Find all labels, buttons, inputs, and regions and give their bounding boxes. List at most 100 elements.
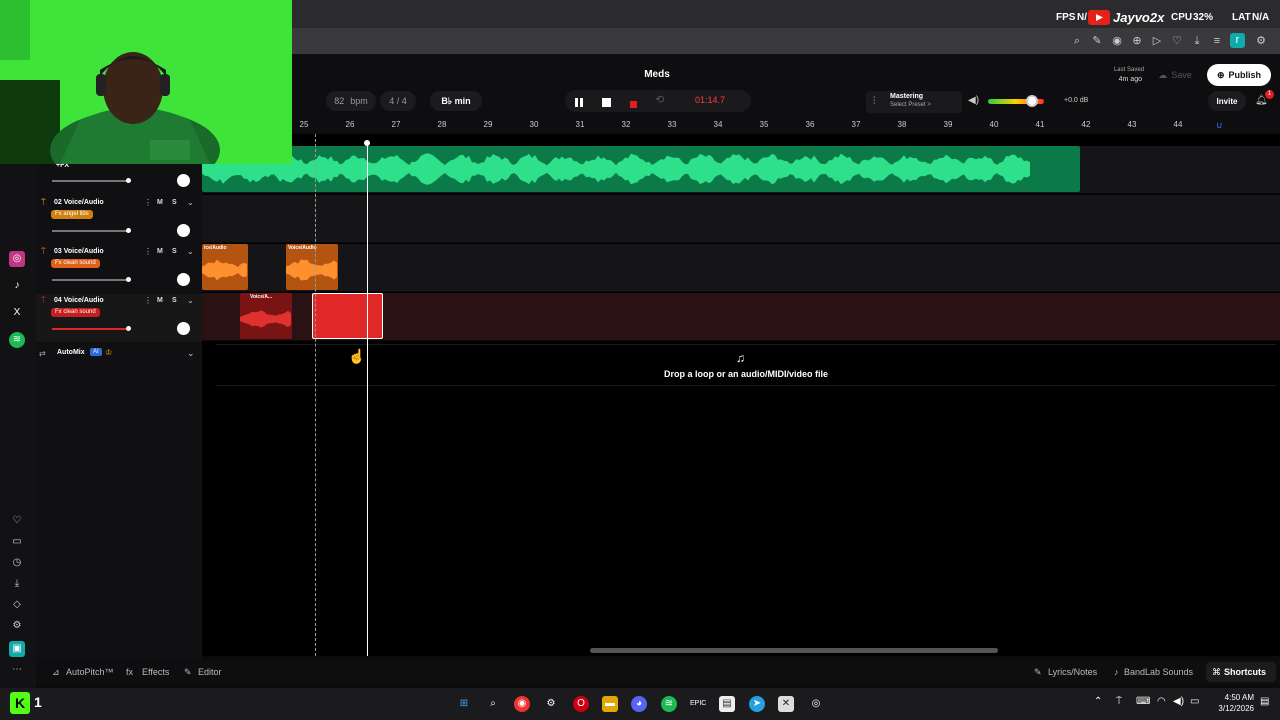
red-clip-1[interactable]: Voice/A... [240, 293, 292, 339]
more-icon[interactable]: ⋯ [9, 662, 25, 678]
volume-icon[interactable]: ◀) [1173, 696, 1184, 707]
lyrics-button[interactable]: Lyrics/Notes [1048, 667, 1097, 677]
timeline-area[interactable]: ice/Audio Voice/Audio Voice/A... ♫ Drop … [202, 134, 1280, 656]
stop-button[interactable] [601, 95, 612, 113]
x-icon[interactable]: X [9, 305, 25, 321]
extension-icon[interactable]: ⊕ [1130, 34, 1144, 48]
cube-icon[interactable]: ◇ [9, 597, 25, 613]
tempo-chip[interactable]: 82 bpm [326, 91, 376, 111]
lane-track-2[interactable] [202, 195, 1280, 243]
notepad-icon[interactable]: ▤ [719, 696, 735, 712]
automix-row[interactable]: ⇄ AutoMix AI ♔ ⌄ [36, 346, 202, 364]
file-explorer-icon[interactable]: ▬ [602, 696, 618, 712]
solo-button[interactable]: S [172, 199, 177, 206]
settings-icon[interactable]: ⚙ [1254, 34, 1268, 48]
notification-center-icon[interactable]: ▤ [1260, 696, 1269, 707]
camera-icon[interactable]: ◉ [1110, 34, 1124, 48]
save-button[interactable]: ☁ Save [1150, 65, 1200, 85]
track-header-3[interactable]: ⍑ 03 Voice/Audio ⋮ M S ⌄ Fx clean sound [36, 245, 202, 293]
lane-track-4[interactable]: Voice/A... [202, 293, 1280, 341]
record-button[interactable] [629, 96, 638, 114]
master-volume-handle[interactable] [1025, 95, 1038, 107]
spotify-icon[interactable]: ≋ [9, 332, 25, 348]
invite-button[interactable]: Invite [1208, 91, 1246, 111]
track-menu-icon[interactable]: ⋮ [144, 198, 152, 207]
playhead[interactable] [367, 142, 368, 656]
orange-clip-2[interactable]: Voice/Audio [286, 244, 338, 290]
track-menu-icon[interactable]: ⋮ [144, 296, 152, 305]
chevron-down-icon[interactable]: ⌄ [187, 348, 195, 359]
app-icon[interactable]: ▣ [9, 641, 25, 657]
magnet-icon[interactable]: ∪ [1216, 120, 1223, 131]
horizontal-scrollbar[interactable] [590, 648, 998, 653]
solo-button[interactable]: S [172, 297, 177, 304]
chrome-icon[interactable]: ◉ [514, 696, 530, 712]
track-menu-icon[interactable]: ⋮ [144, 247, 152, 256]
track-header-4[interactable]: ⍑ 04 Voice/Audio ⋮ M S ⌄ Fx clean sound [36, 294, 202, 342]
play-icon[interactable]: ▷ [1150, 34, 1164, 48]
volume-handle[interactable] [126, 228, 131, 233]
solo-button[interactable]: S [172, 248, 177, 255]
search-icon[interactable]: ⌕ [485, 696, 501, 712]
mic-tray-icon[interactable]: ⍑ [1116, 696, 1122, 707]
chevron-down-icon[interactable]: ⌄ [187, 296, 194, 305]
speaker-icon[interactable]: ◀) [968, 95, 979, 106]
pan-knob[interactable] [177, 322, 190, 335]
wifi-icon[interactable]: ◠ [1157, 696, 1166, 707]
opera-icon[interactable]: O [573, 696, 589, 712]
mic-icon[interactable]: ⍑ [41, 247, 46, 257]
loop-marker[interactable] [315, 134, 316, 656]
mute-button[interactable]: M [157, 199, 163, 206]
mute-button[interactable]: M [157, 248, 163, 255]
lane-track-1[interactable] [202, 146, 1280, 194]
menu-icon[interactable]: ≡ [1210, 34, 1224, 48]
battery-icon[interactable]: ▭ [1190, 696, 1199, 707]
volume-slider[interactable] [52, 178, 131, 183]
chevron-down-icon[interactable]: ⌄ [187, 198, 194, 207]
download-icon[interactable]: ⤓ [9, 576, 25, 592]
pan-knob[interactable] [177, 224, 190, 237]
playhead-handle[interactable] [364, 140, 370, 146]
project-title[interactable]: Meds [640, 69, 674, 80]
drop-zone[interactable]: ♫ Drop a loop or an audio/MIDI/video fil… [216, 344, 1276, 386]
pan-knob[interactable] [177, 174, 190, 187]
telegram-icon[interactable]: ➤ [749, 696, 765, 712]
zoom-icon[interactable]: ⌕ [1070, 34, 1084, 48]
timeline-ruler[interactable]: 25 26 27 28 29 30 31 32 33 34 35 36 37 38 39 40 41 42 43 44… [292, 120, 1280, 134]
steam-icon[interactable]: ⚙ [543, 696, 559, 712]
key-chip[interactable]: B♭ min [430, 91, 482, 111]
volume-handle[interactable] [126, 277, 131, 282]
effects-button[interactable]: Effects [142, 667, 169, 677]
instagram-icon[interactable]: ◎ [9, 251, 25, 267]
track-header-2[interactable]: ⍑ 02 Voice/Audio ⋮ M S ⌄ Fx angel libs [36, 196, 202, 244]
mic-icon[interactable]: ⍑ [41, 296, 46, 306]
time-signature-chip[interactable]: 4 / 4 [380, 91, 416, 111]
heart-icon[interactable]: ♡ [9, 513, 25, 529]
autopitch-button[interactable]: AutoPitch™ [66, 667, 114, 677]
clock-date[interactable]: 3/12/2026 [1208, 704, 1254, 713]
volume-slider[interactable] [52, 326, 131, 331]
settings-icon[interactable]: ⚙ [9, 618, 25, 634]
fx-pill[interactable]: Fx clean sound [51, 308, 100, 317]
history-icon[interactable]: ◷ [9, 555, 25, 571]
chat-icon[interactable]: ▭ [9, 534, 25, 550]
lane-track-3[interactable]: ice/Audio Voice/Audio [202, 244, 1280, 292]
orange-clip-1[interactable]: ice/Audio [202, 244, 248, 290]
volume-slider[interactable] [52, 277, 131, 282]
tray-chevron-icon[interactable]: ⌃ [1094, 696, 1102, 707]
obs-icon[interactable]: ◎ [808, 696, 824, 712]
volume-handle[interactable] [126, 326, 131, 331]
mastering-button[interactable]: ⫶ Mastering Select Preset > [866, 91, 962, 113]
windows-start-icon[interactable]: ⊞ [456, 696, 472, 712]
capcut-icon[interactable]: ✕ [778, 696, 794, 712]
bandlab-sounds-button[interactable]: BandLab Sounds [1124, 667, 1193, 677]
master-volume-slider[interactable] [988, 95, 1044, 107]
download-icon[interactable]: ⤓ [1190, 34, 1204, 48]
profile-icon[interactable]: r [1230, 33, 1245, 48]
editor-button[interactable]: Editor [198, 667, 222, 677]
volume-slider[interactable] [52, 228, 131, 233]
mic-icon[interactable]: ⍑ [41, 198, 46, 208]
publish-button[interactable]: ⊕ Publish [1207, 64, 1271, 86]
shortcuts-button[interactable]: ⌘ Shortcuts [1206, 662, 1276, 682]
track-header-1[interactable]: +FX [36, 160, 202, 195]
